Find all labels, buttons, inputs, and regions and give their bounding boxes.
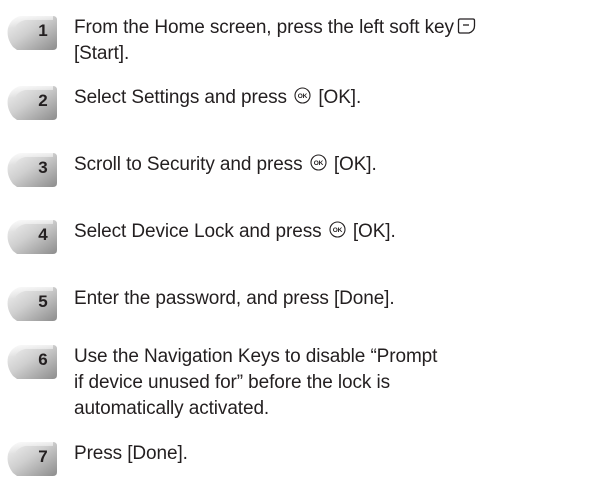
step-text: Enter the password, and press [Done]. — [74, 288, 395, 309]
svg-text:OK: OK — [313, 160, 323, 167]
step-text-before: Select Device Lock and press — [74, 221, 322, 242]
svg-text:OK: OK — [298, 93, 308, 100]
step-text: Scroll to Security and press OK [OK]. — [74, 152, 586, 178]
step-text-after: [OK]. — [352, 221, 396, 242]
step-number-badge: 3 — [3, 151, 59, 187]
step-text: Select Device Lock and press OK [OK]. — [74, 219, 586, 245]
step-number: 6 — [38, 350, 48, 369]
step-text: Press [Done]. — [74, 443, 188, 464]
ok-key-icon: OK — [294, 87, 311, 104]
step-number-badge: 4 — [3, 218, 59, 254]
step-text-before: Select Settings and press — [74, 87, 287, 108]
badge-tab-shape — [7, 442, 57, 476]
step-number-badge: 6 — [3, 343, 59, 379]
ok-key-icon: OK — [310, 154, 327, 171]
step-number: 1 — [38, 21, 48, 40]
step-text: From the Home screen, press the left sof… — [74, 15, 586, 67]
step-text: Select Settings and press OK [OK]. — [74, 85, 586, 111]
ok-key-icon: OK — [329, 221, 346, 238]
step-text-after: [OK]. — [333, 154, 377, 175]
badge-tab-shape — [7, 86, 57, 120]
step-number: 4 — [38, 225, 48, 244]
step-text-line: [Start]. — [74, 43, 130, 64]
badge-tab-shape — [7, 16, 57, 50]
step-number: 5 — [38, 292, 48, 311]
step-number: 7 — [38, 447, 48, 466]
step-text: Use the Navigation Keys to disable “Prom… — [74, 344, 586, 422]
step-number-badge: 2 — [3, 84, 59, 120]
step-text-line: if device unused for” before the lock is — [74, 372, 391, 393]
step-text-line: Use the Navigation Keys to disable “Prom… — [74, 346, 438, 367]
step-number: 3 — [38, 158, 48, 177]
badge-tab-shape — [7, 287, 57, 321]
step-number: 2 — [38, 91, 48, 110]
svg-text:OK: OK — [332, 227, 342, 234]
badge-tab-shape — [7, 220, 57, 254]
step-text-line: automatically activated. — [74, 398, 270, 419]
step-number-badge: 5 — [3, 285, 59, 321]
step-number-badge: 7 — [3, 440, 59, 476]
badge-tab-shape — [7, 345, 57, 379]
badge-tab-shape — [7, 153, 57, 187]
left-softkey-icon — [457, 17, 476, 35]
step-text-line: From the Home screen, press the left sof… — [74, 17, 454, 38]
step-number-badge: 1 — [3, 14, 59, 50]
step-text-after: [OK]. — [318, 87, 362, 108]
instruction-steps: 1 From the Home screen, press the left s… — [0, 0, 590, 480]
step-text-before: Scroll to Security and press — [74, 154, 303, 175]
